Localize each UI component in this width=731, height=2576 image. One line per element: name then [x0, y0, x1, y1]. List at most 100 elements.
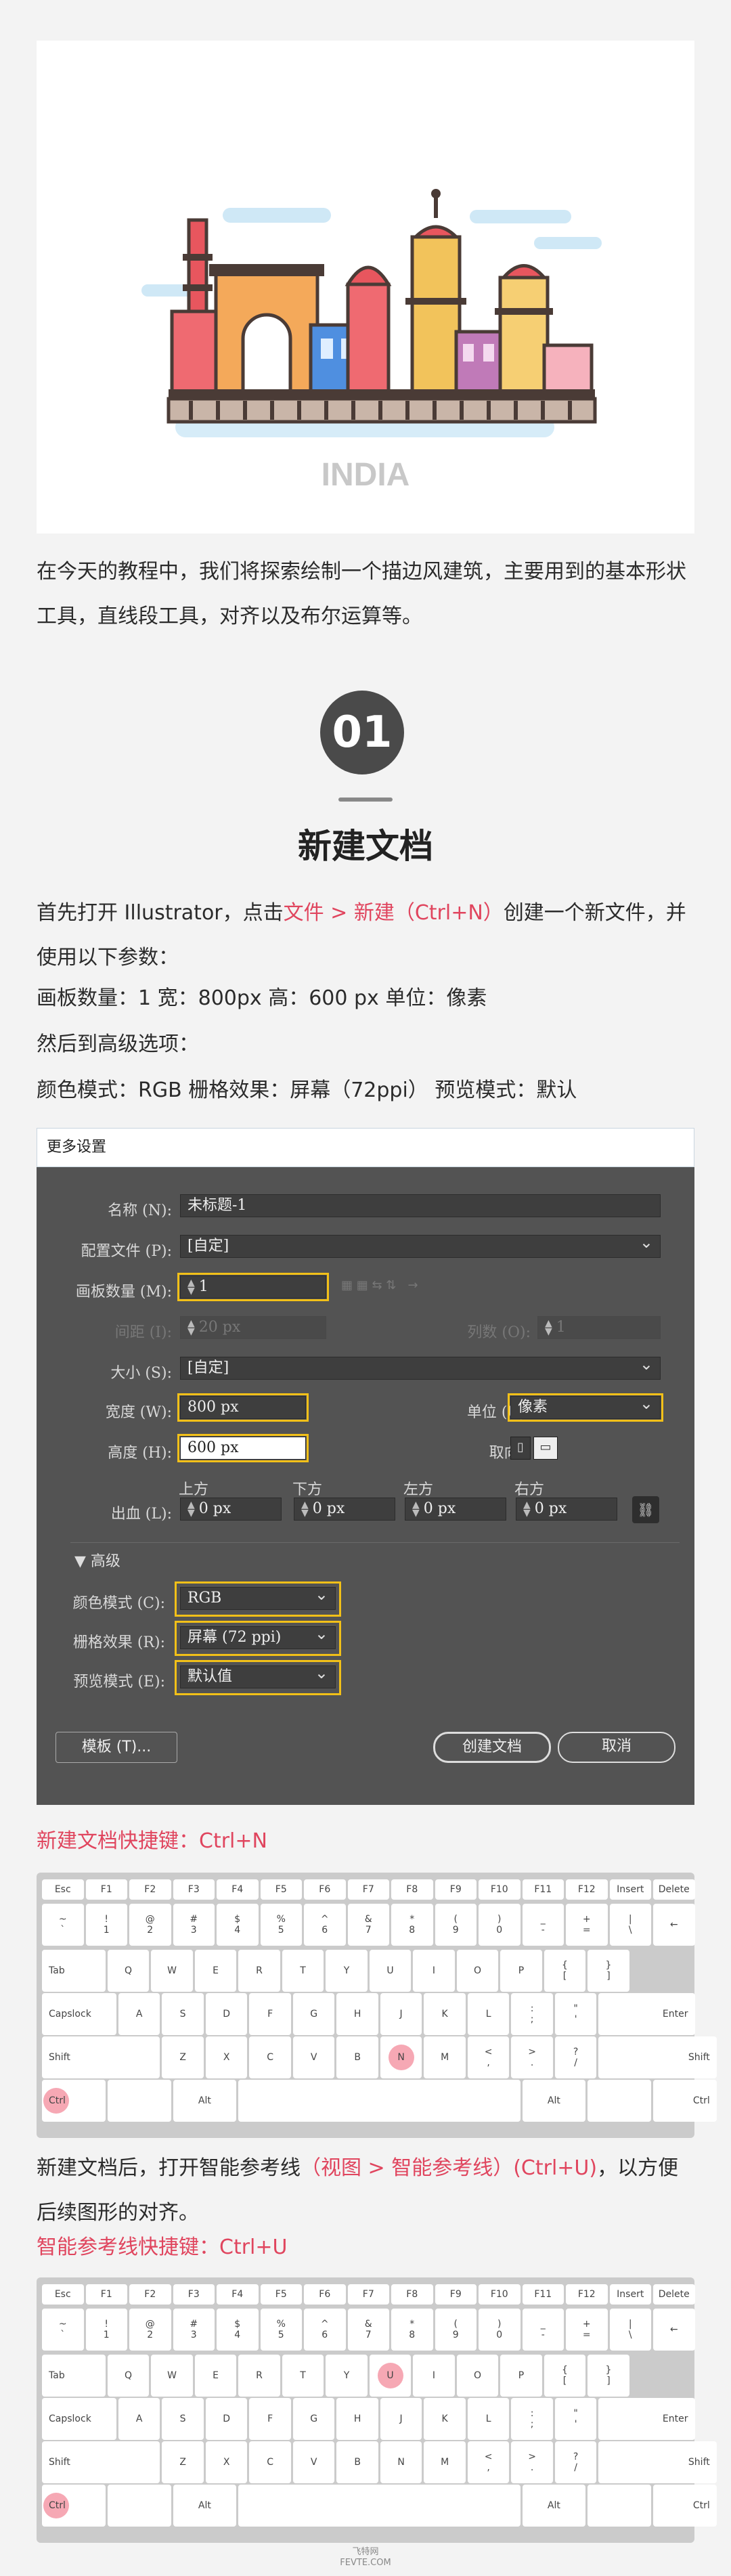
key-label: Delete — [658, 1884, 690, 1895]
kb2-key-sym1: ← — [653, 2309, 695, 2351]
size-label: 大小 (S): — [110, 1365, 172, 1382]
key-label: I — [432, 1965, 436, 1976]
key-label: + = — [582, 2319, 591, 2340]
bleed-left-input[interactable]: ▲ ▼ 0 px — [405, 1498, 506, 1521]
key-label: ) 0 — [496, 2319, 503, 2340]
watermark: 飞特网 FEVTE.COM — [0, 2547, 731, 2569]
kb1-key-p: P — [500, 1950, 542, 1992]
kb1-key-f8: F8 — [391, 1879, 433, 1900]
width-label: 宽度 (W): — [105, 1404, 172, 1421]
spacing-input[interactable]: ▲ ▼ 20 px — [180, 1316, 326, 1339]
kb2-key-c: C — [249, 2441, 291, 2483]
stepper-icon[interactable]: ▲ ▼ — [523, 1500, 531, 1518]
step-paragraph-2: 画板数量：1 宽：800px 高：600 px 单位：像素 — [37, 986, 487, 1010]
key-label: F10 — [490, 1884, 508, 1895]
key-label: Q — [124, 1965, 133, 1976]
kb2-key-sym2: { [ — [544, 2355, 586, 2397]
kb1-key-7: & 7 — [347, 1904, 389, 1946]
key-label: & 7 — [364, 2319, 372, 2340]
key-label: F — [267, 2009, 273, 2020]
preview-label: 预览模式 (E): — [73, 1674, 165, 1690]
stepper-icon[interactable]: ▲ ▼ — [301, 1500, 309, 1518]
kb2-key-blank — [107, 2485, 171, 2527]
key-label: Y — [343, 2370, 350, 2381]
stepper-icon[interactable]: ▲ ▼ — [412, 1500, 420, 1518]
kb1-key-blank — [107, 2080, 171, 2122]
kb1-key-sym4: < , — [467, 2036, 510, 2078]
kb2-key-m: M — [424, 2441, 466, 2483]
key-label: D — [223, 2009, 231, 2020]
link-bleed-icon[interactable]: ⛓ — [632, 1496, 659, 1523]
bleed-top-value: 0 px — [198, 1500, 231, 1517]
key-label: ~ ` — [58, 1914, 67, 1936]
key-label: F3 — [187, 1884, 200, 1895]
create-document-button[interactable]: 创建文档 — [433, 1732, 551, 1763]
file-new-menu-path: 文件 > 新建（Ctrl+N） — [283, 901, 504, 925]
name-label: 名称 (N): — [108, 1202, 172, 1219]
kb1-key-sym1: _ - — [522, 1904, 564, 1946]
kb2-key-blank — [238, 2485, 520, 2527]
kb2-key-alt: Alt — [173, 2485, 237, 2527]
guides-paragraph: 新建文档后，打开智能参考线（视图 > 智能参考线）(Ctrl+U)，以方便后续图… — [37, 2146, 694, 2235]
key-label: O — [473, 1965, 482, 1976]
key-label: I — [432, 2370, 436, 2381]
kb1-key-m: M — [424, 2036, 466, 2078]
kb1-key-sym1: ~ ` — [42, 1904, 84, 1946]
kb2-key-d: D — [205, 2398, 248, 2440]
key-label: X — [223, 2457, 230, 2468]
kb1-key-sym3: " ' — [554, 1993, 597, 2035]
name-input[interactable]: 未标题-1 — [180, 1194, 661, 1217]
key-label: F12 — [577, 1884, 596, 1895]
templates-button[interactable]: 模板 (T)... — [56, 1732, 177, 1763]
kb2-key-y: Y — [326, 2355, 368, 2397]
key-label: M — [441, 2052, 449, 2063]
kb2-key-k: K — [424, 2398, 466, 2440]
kb1-key-z: Z — [162, 2036, 204, 2078]
key-label: D — [223, 2414, 231, 2424]
key-label: Esc — [54, 1884, 71, 1895]
stepper-icon[interactable]: ▲ ▼ — [187, 1500, 195, 1518]
kb1-key-esc: Esc — [42, 1879, 84, 1900]
columns-input[interactable]: ▲ ▼ 1 — [537, 1316, 661, 1339]
hero-caption: INDIA — [322, 457, 410, 493]
kb1-key-c: C — [249, 2036, 291, 2078]
key-label: F7 — [362, 1884, 374, 1895]
key-label: F11 — [534, 2289, 552, 2300]
landscape-orientation-icon[interactable]: ▭ — [533, 1437, 558, 1460]
bleed-left-label: 左方 — [403, 1481, 434, 1498]
bleed-bottom-input[interactable]: ▲ ▼ 0 px — [294, 1498, 395, 1521]
spacing-value: 20 px — [198, 1319, 241, 1336]
kb2-key-sym3: : ; — [511, 2398, 553, 2440]
kb2-key-shift: Shift — [598, 2441, 717, 2483]
kb2-key-f12: F12 — [566, 2284, 608, 2305]
kb2-key-q: Q — [107, 2355, 150, 2397]
section-divider — [338, 798, 393, 802]
kb1-key-s: S — [162, 1993, 204, 2035]
kb1-key-f9: F9 — [435, 1879, 477, 1900]
key-label: L — [485, 2414, 491, 2424]
kb2-key-f3: F3 — [173, 2284, 215, 2305]
bleed-right-input[interactable]: ▲ ▼ 0 px — [516, 1498, 617, 1521]
kb1-key-2: @ 2 — [129, 1904, 171, 1946]
size-select[interactable]: [自定] — [180, 1353, 661, 1380]
bleed-bottom-label: 下方 — [292, 1481, 323, 1498]
key-label: Alt — [547, 2095, 560, 2106]
units-highlight — [508, 1393, 663, 1422]
kb2-key-delete: Delete — [653, 2284, 695, 2305]
kb1-key-ctrl: Ctrl — [653, 2080, 717, 2122]
kb1-key-l: L — [467, 1993, 510, 2035]
key-label: V — [310, 2457, 317, 2468]
key-label: S — [179, 2414, 186, 2424]
kb1-key-f: F — [249, 1993, 291, 2035]
key-label: { [ — [562, 2365, 568, 2386]
kb2-key-b: B — [336, 2441, 378, 2483]
profile-select[interactable]: [自定] — [180, 1231, 661, 1258]
cancel-button[interactable]: 取消 — [558, 1732, 675, 1763]
kb2-key-j: J — [380, 2398, 422, 2440]
portrait-orientation-icon[interactable]: ▯ — [510, 1437, 531, 1460]
advanced-toggle[interactable]: ▼ 高级 — [74, 1549, 120, 1571]
stepper-icon: ▲ ▼ — [545, 1318, 552, 1337]
bleed-top-input[interactable]: ▲ ▼ 0 px — [180, 1498, 282, 1521]
key-label: Shift — [49, 2052, 70, 2063]
key-label: A — [135, 2414, 143, 2424]
